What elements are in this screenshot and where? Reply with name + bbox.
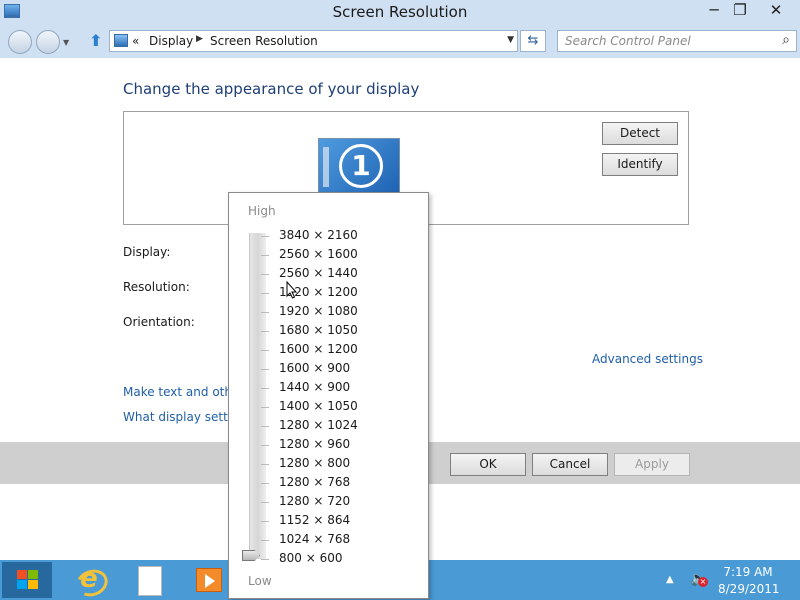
breadcrumb-display[interactable]: Display <box>149 34 193 48</box>
breadcrumb-overflow[interactable]: « <box>132 34 139 48</box>
monitor-strip <box>323 147 329 187</box>
slider-tick <box>261 521 269 522</box>
slider-tick <box>261 236 269 237</box>
high-label: High <box>248 204 276 218</box>
slider-tick <box>261 559 269 560</box>
search-placeholder: Search Control Panel <box>565 34 691 48</box>
orientation-label: Orientation: <box>123 315 195 329</box>
slider-tick <box>261 293 269 294</box>
resolution-option[interactable]: 1920 × 1080 <box>279 304 358 318</box>
search-icon[interactable]: ⌕ <box>782 32 790 48</box>
recent-pages-chevron-icon[interactable]: ▼ <box>63 38 69 47</box>
resolution-option[interactable]: 1280 × 1024 <box>279 418 358 432</box>
notification-chevron-icon[interactable]: ▲ <box>666 574 674 585</box>
resolution-popup: High 3840 × 2160 2560 × 1600 2560 × 1440 19… <box>228 192 429 599</box>
slider-tick <box>261 502 269 503</box>
up-arrow-icon[interactable]: ⬆ <box>86 31 106 51</box>
forward-button[interactable] <box>36 30 60 54</box>
address-bar[interactable]: « Display ▶ Screen Resolution ▼ <box>109 30 518 52</box>
slider-tick <box>261 369 269 370</box>
resolution-option[interactable]: 800 × 600 <box>279 551 343 565</box>
back-button[interactable] <box>8 30 32 54</box>
resolution-label: Resolution: <box>123 280 190 294</box>
resolution-option[interactable]: 2560 × 1440 <box>279 266 358 280</box>
slider-tick <box>261 331 269 332</box>
slider-tick <box>261 407 269 408</box>
maximize-button[interactable]: ❐ <box>724 0 756 22</box>
media-player-icon[interactable] <box>196 568 222 592</box>
start-button[interactable] <box>2 562 52 598</box>
resolution-option[interactable]: 1400 × 1050 <box>279 399 358 413</box>
document-icon[interactable] <box>138 566 162 596</box>
resolution-option[interactable]: 1440 × 900 <box>279 380 350 394</box>
text-size-link[interactable]: Make text and other <box>123 385 244 399</box>
clock-time[interactable]: 7:19 AM <box>718 565 778 579</box>
monitor-1[interactable]: 1 <box>318 138 400 194</box>
close-button[interactable]: ✕ <box>760 0 792 22</box>
control-panel-icon <box>114 34 128 47</box>
slider-tick <box>261 464 269 465</box>
mouse-pointer-icon <box>286 281 298 299</box>
display-label: Display: <box>123 245 171 259</box>
resolution-slider-track[interactable] <box>249 233 266 559</box>
detect-button[interactable]: Detect <box>602 122 678 145</box>
windows-flag-icon <box>17 570 39 590</box>
apply-button[interactable]: Apply <box>614 453 690 476</box>
resolution-option[interactable]: 3840 × 2160 <box>279 228 358 242</box>
resolution-option[interactable]: 1600 × 1200 <box>279 342 358 356</box>
resolution-option[interactable]: 1280 × 960 <box>279 437 350 451</box>
breadcrumb-screen-resolution[interactable]: Screen Resolution <box>210 34 318 48</box>
monitor-number: 1 <box>339 144 383 188</box>
identify-button[interactable]: Identify <box>602 153 678 176</box>
breadcrumb-separator-icon[interactable]: ▶ <box>196 34 203 44</box>
navigation-bar: ▼ ⬆ « Display ▶ Screen Resolution ▼ ⇆ Se… <box>0 26 800 58</box>
low-label: Low <box>248 574 272 588</box>
slider-tick <box>261 445 269 446</box>
resolution-option[interactable]: 1680 × 1050 <box>279 323 358 337</box>
address-dropdown-icon[interactable]: ▼ <box>507 35 514 45</box>
search-input[interactable]: Search Control Panel ⌕ <box>557 30 797 52</box>
volume-muted-icon[interactable]: 🔈× <box>690 571 708 587</box>
window-title: Screen Resolution <box>332 3 468 21</box>
cancel-button[interactable]: Cancel <box>532 453 608 476</box>
advanced-settings-link[interactable]: Advanced settings <box>592 352 703 366</box>
slider-tick <box>261 312 269 313</box>
resolution-option[interactable]: 1280 × 768 <box>279 475 350 489</box>
title-bar: Screen Resolution ─ ❐ ✕ <box>0 0 800 26</box>
resolution-option[interactable]: 1024 × 768 <box>279 532 350 546</box>
clock-date[interactable]: 8/29/2011 <box>718 582 780 596</box>
ok-button[interactable]: OK <box>450 453 526 476</box>
internet-explorer-icon[interactable]: e <box>72 564 106 596</box>
slider-tick <box>261 483 269 484</box>
slider-tick <box>261 274 269 275</box>
resolution-option[interactable]: 1152 × 864 <box>279 513 350 527</box>
slider-tick <box>261 388 269 389</box>
refresh-button[interactable]: ⇆ <box>520 30 546 52</box>
resolution-option[interactable]: 1600 × 900 <box>279 361 350 375</box>
slider-tick <box>261 255 269 256</box>
resolution-option[interactable]: 1280 × 800 <box>279 456 350 470</box>
slider-tick <box>261 540 269 541</box>
slider-tick <box>261 426 269 427</box>
slider-tick <box>261 350 269 351</box>
resolution-option[interactable]: 2560 × 1600 <box>279 247 358 261</box>
resolution-option[interactable]: 1280 × 720 <box>279 494 350 508</box>
page-title: Change the appearance of your display <box>123 80 420 98</box>
